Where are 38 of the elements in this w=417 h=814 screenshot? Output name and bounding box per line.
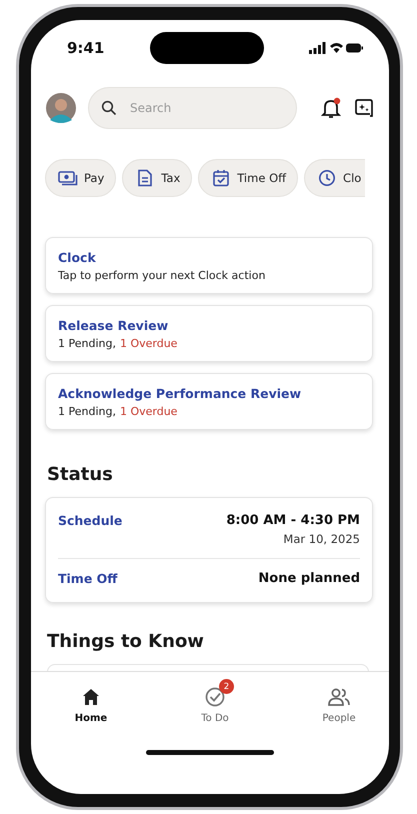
search-field[interactable]: Search (88, 87, 297, 129)
tab-bar-item[interactable]: People (309, 678, 369, 724)
status-value: 8:00 AM - 4:30 PM (226, 513, 360, 528)
clock-icon (317, 169, 338, 187)
bell-icon[interactable] (321, 97, 341, 119)
status-date: Mar 10, 2025 (283, 532, 360, 546)
calendar-icon (211, 169, 232, 187)
overdue-count: 1 Overdue (120, 405, 178, 418)
section-title: Things to Know (47, 631, 205, 652)
home-icon (81, 687, 101, 707)
pending-count: 1 Pending, (58, 405, 116, 418)
quick-action-chip[interactable]: Clo (304, 159, 366, 197)
tab-bar-item[interactable]: 2 To Do (185, 678, 245, 724)
chat-sparkle-icon[interactable] (353, 97, 375, 119)
section-title: Status (47, 464, 114, 485)
card-title: Clock (58, 250, 97, 265)
pending-count: 1 Pending, (58, 337, 116, 350)
tab-bar-item[interactable]: Home (61, 678, 121, 724)
people-icon (327, 687, 351, 707)
check-circle-icon (204, 686, 226, 708)
task-card[interactable]: Acknowledge Performance Review 1 Pending, 1 Overdue (45, 373, 373, 430)
card-title: Acknowledge Performance Review (58, 386, 302, 401)
cash-icon (58, 169, 78, 187)
task-card[interactable]: Release Review 1 Pending, 1 Overdue (45, 305, 373, 362)
avatar[interactable] (46, 93, 76, 123)
status-label[interactable]: Time Off (58, 571, 118, 586)
status-icons (309, 41, 363, 55)
card-title: Release Review (58, 318, 170, 333)
card-subtitle: Tap to perform your next Clock action (58, 269, 266, 282)
quick-action-chip[interactable]: Tax (122, 159, 192, 197)
quick-action-chip[interactable]: Pay (45, 159, 116, 197)
count-badge: 2 (219, 679, 234, 694)
status-value: None planned (258, 571, 360, 586)
status-label[interactable]: Schedule (58, 513, 122, 528)
task-card[interactable]: Clock Tap to perform your next Clock action (45, 237, 373, 294)
status-time: 9:41 (67, 39, 104, 57)
quick-action-chip[interactable]: Time Off (198, 159, 298, 197)
overdue-count: 1 Overdue (120, 337, 178, 350)
